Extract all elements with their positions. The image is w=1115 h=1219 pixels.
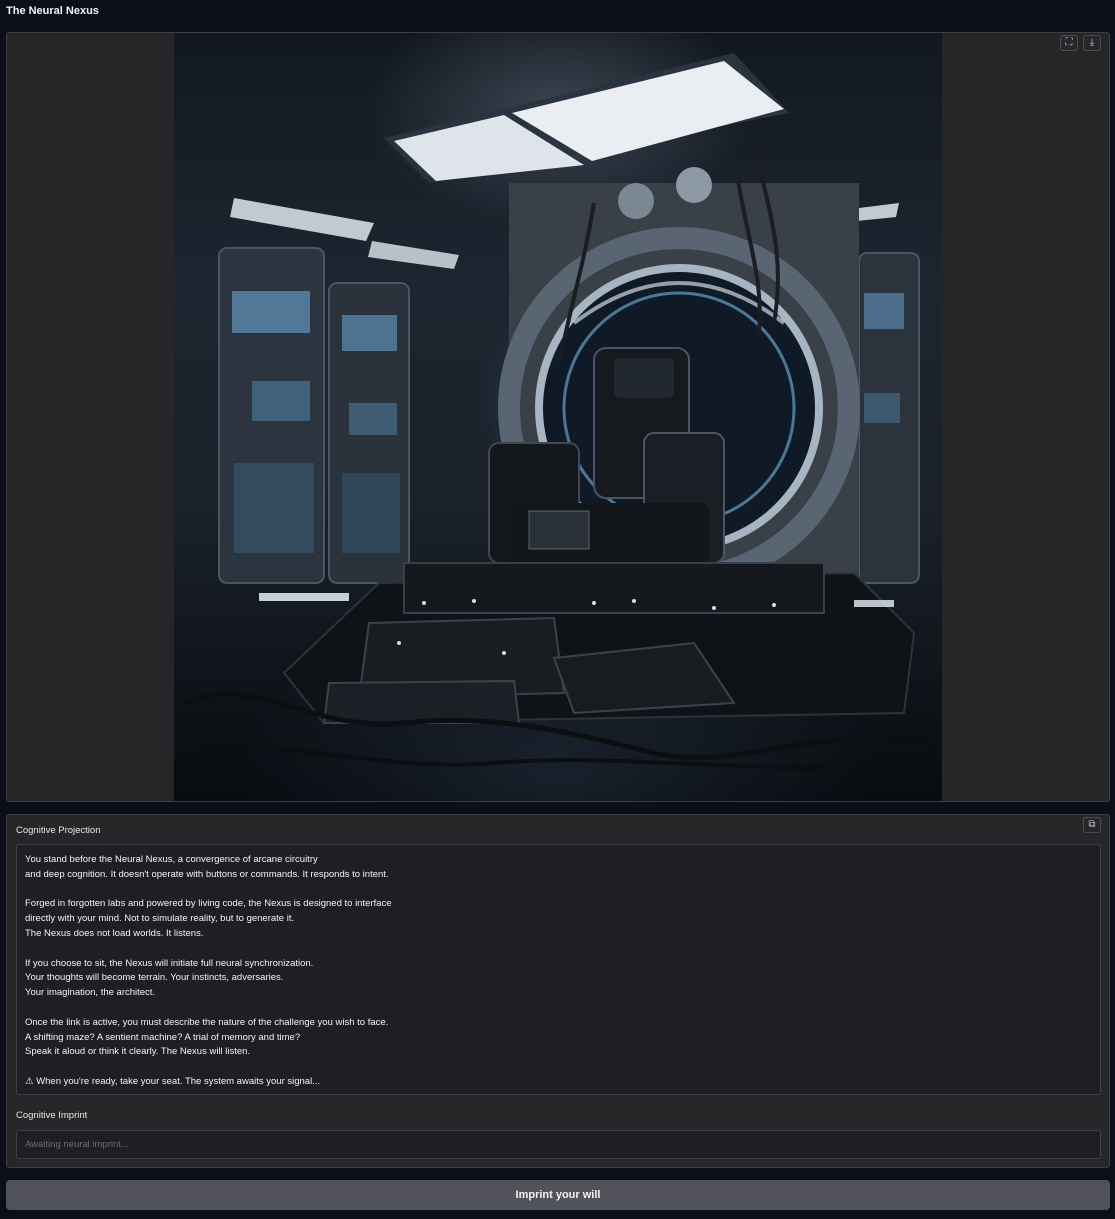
dome-2 bbox=[676, 167, 712, 203]
platform-step-2 bbox=[322, 679, 521, 724]
imprint-input[interactable] bbox=[16, 1130, 1101, 1159]
platform-top bbox=[403, 562, 825, 614]
cognitive-panel: Cognitive Projection ⧉ You stand before … bbox=[6, 814, 1110, 1168]
screen-1 bbox=[232, 291, 310, 333]
projection-label: Cognitive Projection bbox=[16, 825, 101, 836]
screen-3 bbox=[252, 381, 310, 421]
nexus-illustration bbox=[174, 53, 942, 771]
app-title: The Neural Nexus bbox=[6, 5, 99, 17]
copy-icon[interactable]: ⧉ bbox=[1083, 817, 1101, 833]
screen-8 bbox=[864, 393, 900, 423]
wall-light-left-2 bbox=[368, 241, 459, 269]
wall-light-right bbox=[857, 203, 899, 221]
imprint-label: Cognitive Imprint bbox=[16, 1110, 88, 1121]
image-panel: ⛶ ⤓ bbox=[6, 32, 1110, 802]
chair-headrest bbox=[614, 358, 674, 398]
screen-6 bbox=[342, 473, 400, 553]
chair-console bbox=[528, 510, 590, 550]
image-toolbar: ⛶ ⤓ bbox=[1060, 35, 1101, 51]
floor-light-right bbox=[854, 600, 894, 607]
dome-1 bbox=[618, 183, 654, 219]
imprint-submit-button[interactable]: Imprint your will bbox=[6, 1180, 1110, 1210]
fullscreen-icon[interactable]: ⛶ bbox=[1060, 35, 1078, 51]
screen-4 bbox=[349, 403, 397, 435]
nexus-image bbox=[174, 33, 942, 801]
floor-cable-2 bbox=[174, 745, 942, 771]
projection-text: You stand before the Neural Nexus, a con… bbox=[16, 844, 1101, 1095]
screen-5 bbox=[234, 463, 314, 553]
screen-7 bbox=[864, 293, 904, 329]
floor-light-left bbox=[259, 593, 349, 601]
wall-light-left-1 bbox=[230, 198, 374, 241]
download-icon[interactable]: ⤓ bbox=[1083, 35, 1101, 51]
screen-2 bbox=[342, 315, 397, 351]
